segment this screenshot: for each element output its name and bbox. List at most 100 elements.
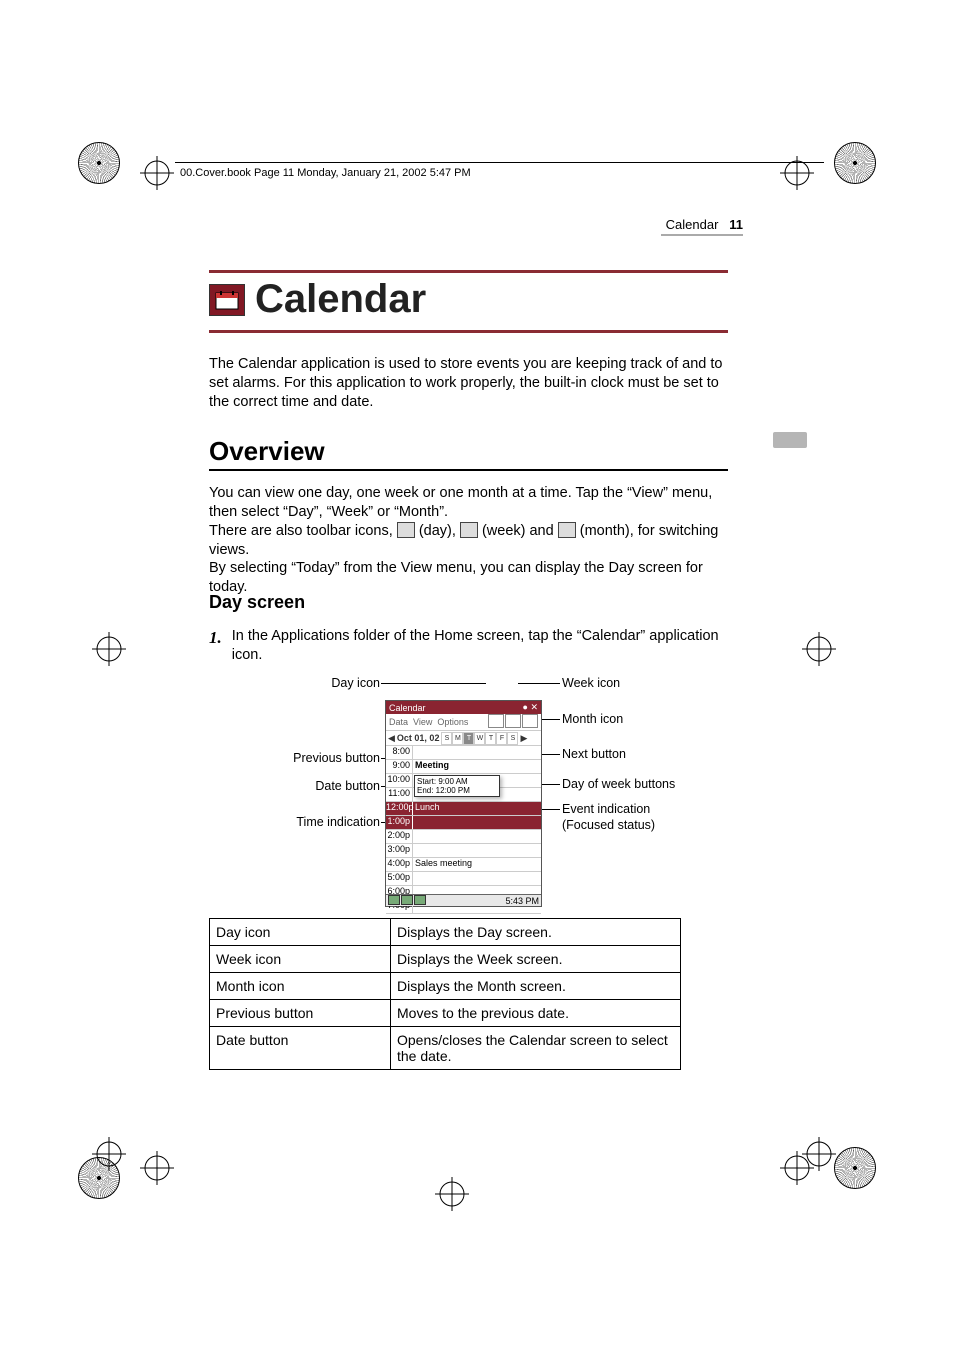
table-row: Month iconDisplays the Month screen. [210, 973, 681, 1000]
calendar-screenshot: Calendar ● ✕ Data View Options ◀ Oct 01,… [385, 700, 542, 907]
menu-view[interactable]: View [413, 717, 432, 727]
day-screen-diagram: Day icon Previous button Date button Tim… [240, 672, 720, 910]
registration-mark-icon [834, 142, 876, 184]
tooltip-end: End: 12:00 PM [417, 786, 497, 795]
event-meeting[interactable]: Meeting [413, 760, 541, 773]
table-cell-key: Month icon [210, 973, 391, 1000]
menu-options[interactable]: Options [437, 717, 468, 727]
week-view-icon [460, 522, 478, 538]
callout-day-icon: Day icon [331, 676, 380, 690]
callout-dow-buttons: Day of week buttons [562, 777, 675, 791]
dow-t[interactable]: T [463, 732, 474, 745]
callout-time-indication: Time indication [296, 815, 380, 829]
table-row: Week iconDisplays the Week screen. [210, 946, 681, 973]
running-head-label: Calendar [666, 217, 719, 232]
crosshair-icon [92, 632, 126, 666]
thumb-tab [773, 432, 807, 448]
crosshair-icon [140, 156, 174, 190]
month-view-icon[interactable] [522, 714, 538, 728]
menu-data[interactable]: Data [389, 717, 408, 727]
overview-heading-block: Overview [209, 436, 728, 471]
registration-mark-icon [78, 142, 120, 184]
crosshair-icon [92, 1137, 126, 1171]
time-slot: 8:00 [386, 746, 541, 760]
table-cell-key: Week icon [210, 946, 391, 973]
table-cell-value: Displays the Month screen. [391, 973, 681, 1000]
print-header: 00.Cover.book Page 11 Monday, January 21… [180, 167, 471, 179]
crosshair-icon [435, 1177, 469, 1211]
table-cell-value: Displays the Day screen. [391, 919, 681, 946]
time-slot: 5:00p [386, 872, 541, 886]
date-button[interactable]: Oct 01, 02 [397, 733, 440, 743]
previous-date-icon[interactable]: ◀ [388, 733, 395, 744]
table-cell-value: Moves to the previous date. [391, 1000, 681, 1027]
step-1-text: In the Applications folder of the Home s… [232, 627, 728, 665]
window-titlebar: Calendar ● ✕ [386, 701, 541, 714]
overview-p1: You can view one day, one week or one mo… [209, 484, 728, 522]
table-cell-value: Opens/closes the Calendar screen to sele… [391, 1027, 681, 1070]
table-row: Day iconDisplays the Day screen. [210, 919, 681, 946]
step-1-number: 1. [209, 627, 222, 665]
intro-paragraph: The Calendar application is used to stor… [209, 355, 728, 412]
chapter-title: Calendar [255, 277, 426, 322]
crosshair-icon [140, 1151, 174, 1185]
callout-week-icon: Week icon [562, 676, 620, 690]
time-slot: 2:00p [386, 830, 541, 844]
day-screen-heading: Day screen [209, 592, 728, 613]
table-cell-key: Previous button [210, 1000, 391, 1027]
dow-s[interactable]: S [441, 732, 452, 745]
next-date-icon[interactable]: ▶ [520, 733, 527, 744]
time-slot: 1:00p [386, 816, 541, 830]
icon-description-table: Day iconDisplays the Day screen. Week ic… [209, 918, 681, 1070]
callout-month-icon: Month icon [562, 712, 623, 726]
table-row: Previous buttonMoves to the previous dat… [210, 1000, 681, 1027]
status-icon [388, 895, 400, 905]
event-tooltip: Start: 9:00 AM End: 12:00 PM [414, 775, 500, 797]
manual-page: 00.Cover.book Page 11 Monday, January 21… [0, 0, 954, 1351]
menu-bar: Data View Options [386, 714, 541, 731]
day-view-icon [397, 522, 415, 538]
callout-date-button: Date button [315, 779, 380, 793]
table-cell-key: Day icon [210, 919, 391, 946]
overview-body: You can view one day, one week or one mo… [209, 484, 728, 597]
callout-next-button: Next button [562, 747, 626, 761]
callout-event-indication: Event indication [562, 802, 650, 816]
dow-f[interactable]: F [496, 732, 507, 745]
registration-mark-icon [834, 1147, 876, 1189]
dow-sa[interactable]: S [507, 732, 518, 745]
table-cell-key: Date button [210, 1027, 391, 1070]
window-title: Calendar [389, 703, 426, 713]
week-view-icon[interactable] [505, 714, 521, 728]
callout-previous-button: Previous button [293, 751, 380, 765]
overview-p2: There are also toolbar icons, (day), (we… [209, 522, 728, 560]
header-rule [175, 162, 824, 163]
status-icon [414, 895, 426, 905]
month-view-icon [558, 522, 576, 538]
dow-th[interactable]: T [485, 732, 496, 745]
dow-m[interactable]: M [452, 732, 463, 745]
table-row: Date buttonOpens/closes the Calendar scr… [210, 1027, 681, 1070]
page-number: 11 [729, 217, 743, 232]
running-head: Calendar 11 [666, 217, 743, 232]
step-1: 1. In the Applications folder of the Hom… [209, 627, 728, 665]
time-slot: 3:00p [386, 844, 541, 858]
calendar-app-icon [209, 284, 245, 316]
day-of-week-buttons: S M T W T F S [441, 732, 518, 745]
event-lunch[interactable]: Lunch [413, 802, 541, 815]
chapter-header: Calendar [209, 270, 728, 333]
status-bar: 5:43 PM [386, 894, 541, 906]
time-slot: 4:00pSales meeting [386, 858, 541, 872]
window-controls-icon: ● ✕ [523, 702, 538, 713]
time-slot: 12:00pLunch [386, 802, 541, 816]
crosshair-icon [780, 1151, 814, 1185]
running-head-rule [661, 234, 743, 236]
dow-w[interactable]: W [474, 732, 485, 745]
crosshair-icon [802, 632, 836, 666]
callout-focused-status: (Focused status) [562, 818, 655, 832]
time-slot: 9:00Meeting [386, 760, 541, 774]
date-bar: ◀ Oct 01, 02 S M T W T F S ▶ [386, 731, 541, 746]
tooltip-start: Start: 9:00 AM [417, 777, 497, 786]
event-sales[interactable]: Sales meeting [413, 858, 541, 871]
status-time: 5:43 PM [505, 896, 539, 906]
day-view-icon[interactable] [488, 714, 504, 728]
